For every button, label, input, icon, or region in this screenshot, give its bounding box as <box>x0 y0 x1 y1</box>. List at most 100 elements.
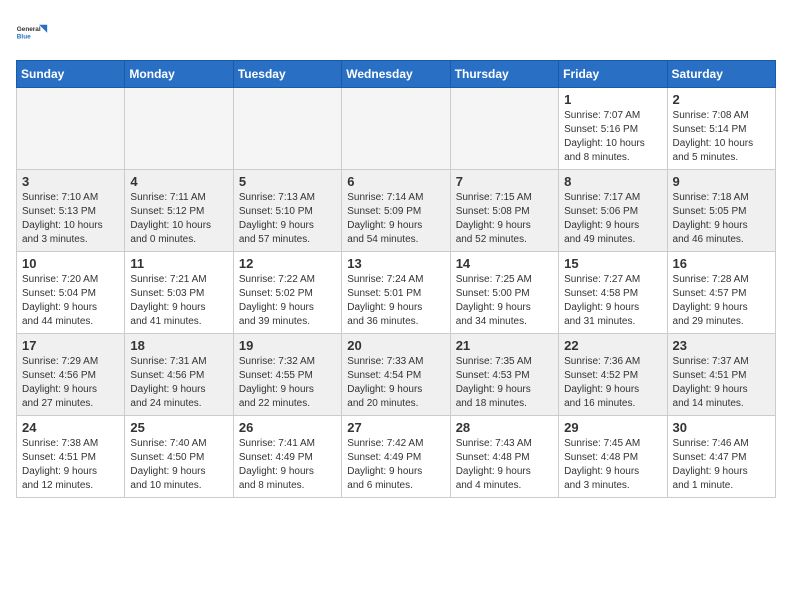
day-number: 18 <box>130 338 227 353</box>
calendar-cell <box>342 88 450 170</box>
day-number: 5 <box>239 174 336 189</box>
calendar-cell: 19 Sunrise: 7:32 AM Sunset: 4:55 PM Dayli… <box>233 334 341 416</box>
calendar-cell: 26Sunrise: 7:41 AM Sunset: 4:49 PM Dayli… <box>233 416 341 498</box>
calendar-cell: 27Sunrise: 7:42 AM Sunset: 4:49 PM Dayli… <box>342 416 450 498</box>
weekday-header-thursday: Thursday <box>450 61 558 88</box>
calendar-cell: 22 Sunrise: 7:36 AM Sunset: 4:52 PM Dayli… <box>559 334 667 416</box>
calendar-cell: 5 Sunrise: 7:13 AM Sunset: 5:10 PM Daylig… <box>233 170 341 252</box>
logo-icon: GeneralBlue <box>16 16 48 48</box>
calendar-cell: 4 Sunrise: 7:11 AM Sunset: 5:12 PM Daylig… <box>125 170 233 252</box>
day-number: 22 <box>564 338 661 353</box>
weekday-header-monday: Monday <box>125 61 233 88</box>
calendar-cell: 10 Sunrise: 7:20 AM Sunset: 5:04 PM Dayli… <box>17 252 125 334</box>
day-number: 27 <box>347 420 444 435</box>
day-info: Sunrise: 7:11 AM Sunset: 5:12 PM Dayligh… <box>130 191 227 247</box>
calendar-cell: 12 Sunrise: 7:22 AM Sunset: 5:02 PM Dayli… <box>233 252 341 334</box>
calendar-week-row: 17Sunrise: 7:29 AM Sunset: 4:56 PM Dayli… <box>17 334 776 416</box>
logo: GeneralBlue <box>16 16 48 48</box>
day-number: 25 <box>130 420 227 435</box>
weekday-header-sunday: Sunday <box>17 61 125 88</box>
calendar-cell: 9 Sunrise: 7:18 AM Sunset: 5:05 PM Daylig… <box>667 170 775 252</box>
day-info: Sunrise: 7:35 AM Sunset: 4:53 PM Dayligh… <box>456 355 553 411</box>
day-info: Sunrise: 7:40 AM Sunset: 4:50 PM Dayligh… <box>130 437 227 493</box>
day-info: Sunrise: 7:27 AM Sunset: 4:58 PM Dayligh… <box>564 273 661 329</box>
day-info: Sunrise: 7:32 AM Sunset: 4:55 PM Dayligh… <box>239 355 336 411</box>
day-info: Sunrise: 7:29 AM Sunset: 4:56 PM Dayligh… <box>22 355 119 411</box>
calendar-table: SundayMondayTuesdayWednesdayThursdayFrid… <box>16 60 776 498</box>
day-info: Sunrise: 7:08 AM Sunset: 5:14 PM Dayligh… <box>673 109 770 165</box>
day-number: 13 <box>347 256 444 271</box>
weekday-header-row: SundayMondayTuesdayWednesdayThursdayFrid… <box>17 61 776 88</box>
calendar-cell <box>450 88 558 170</box>
day-info: Sunrise: 7:36 AM Sunset: 4:52 PM Dayligh… <box>564 355 661 411</box>
day-info: Sunrise: 7:15 AM Sunset: 5:08 PM Dayligh… <box>456 191 553 247</box>
calendar-cell: 17Sunrise: 7:29 AM Sunset: 4:56 PM Dayli… <box>17 334 125 416</box>
day-number: 4 <box>130 174 227 189</box>
calendar-cell: 2 Sunrise: 7:08 AM Sunset: 5:14 PM Daylig… <box>667 88 775 170</box>
day-number: 10 <box>22 256 119 271</box>
svg-text:Blue: Blue <box>17 33 31 40</box>
svg-text:General: General <box>17 26 41 33</box>
calendar-cell: 30 Sunrise: 7:46 AM Sunset: 4:47 PM Dayli… <box>667 416 775 498</box>
calendar-cell: 23 Sunrise: 7:37 AM Sunset: 4:51 PM Dayli… <box>667 334 775 416</box>
day-number: 19 <box>239 338 336 353</box>
calendar-cell: 21 Sunrise: 7:35 AM Sunset: 4:53 PM Dayli… <box>450 334 558 416</box>
day-info: Sunrise: 7:28 AM Sunset: 4:57 PM Dayligh… <box>673 273 770 329</box>
weekday-header-wednesday: Wednesday <box>342 61 450 88</box>
day-info: Sunrise: 7:43 AM Sunset: 4:48 PM Dayligh… <box>456 437 553 493</box>
day-number: 20 <box>347 338 444 353</box>
calendar-cell: 16 Sunrise: 7:28 AM Sunset: 4:57 PM Dayli… <box>667 252 775 334</box>
day-number: 21 <box>456 338 553 353</box>
calendar-week-row: 1 Sunrise: 7:07 AM Sunset: 5:16 PM Daylig… <box>17 88 776 170</box>
calendar-cell: 1 Sunrise: 7:07 AM Sunset: 5:16 PM Daylig… <box>559 88 667 170</box>
day-info: Sunrise: 7:18 AM Sunset: 5:05 PM Dayligh… <box>673 191 770 247</box>
calendar-cell: 18 Sunrise: 7:31 AM Sunset: 4:56 PM Dayli… <box>125 334 233 416</box>
calendar-week-row: 10 Sunrise: 7:20 AM Sunset: 5:04 PM Dayli… <box>17 252 776 334</box>
day-number: 9 <box>673 174 770 189</box>
day-number: 11 <box>130 256 227 271</box>
day-info: Sunrise: 7:31 AM Sunset: 4:56 PM Dayligh… <box>130 355 227 411</box>
day-number: 3 <box>22 174 119 189</box>
day-number: 14 <box>456 256 553 271</box>
day-info: Sunrise: 7:33 AM Sunset: 4:54 PM Dayligh… <box>347 355 444 411</box>
day-info: Sunrise: 7:37 AM Sunset: 4:51 PM Dayligh… <box>673 355 770 411</box>
day-info: Sunrise: 7:46 AM Sunset: 4:47 PM Dayligh… <box>673 437 770 493</box>
day-info: Sunrise: 7:21 AM Sunset: 5:03 PM Dayligh… <box>130 273 227 329</box>
day-number: 15 <box>564 256 661 271</box>
calendar-cell: 6 Sunrise: 7:14 AM Sunset: 5:09 PM Daylig… <box>342 170 450 252</box>
day-info: Sunrise: 7:14 AM Sunset: 5:09 PM Dayligh… <box>347 191 444 247</box>
calendar-cell: 8Sunrise: 7:17 AM Sunset: 5:06 PM Daylig… <box>559 170 667 252</box>
calendar-cell: 28 Sunrise: 7:43 AM Sunset: 4:48 PM Dayli… <box>450 416 558 498</box>
calendar-cell: 11 Sunrise: 7:21 AM Sunset: 5:03 PM Dayli… <box>125 252 233 334</box>
day-number: 16 <box>673 256 770 271</box>
day-number: 6 <box>347 174 444 189</box>
day-info: Sunrise: 7:07 AM Sunset: 5:16 PM Dayligh… <box>564 109 661 165</box>
day-number: 29 <box>564 420 661 435</box>
calendar-cell: 25 Sunrise: 7:40 AM Sunset: 4:50 PM Dayli… <box>125 416 233 498</box>
calendar-cell: 24Sunrise: 7:38 AM Sunset: 4:51 PM Dayli… <box>17 416 125 498</box>
calendar-cell: 13 Sunrise: 7:24 AM Sunset: 5:01 PM Dayli… <box>342 252 450 334</box>
day-number: 1 <box>564 92 661 107</box>
page-header: GeneralBlue <box>16 16 776 48</box>
day-number: 23 <box>673 338 770 353</box>
day-info: Sunrise: 7:45 AM Sunset: 4:48 PM Dayligh… <box>564 437 661 493</box>
calendar-week-row: 24Sunrise: 7:38 AM Sunset: 4:51 PM Dayli… <box>17 416 776 498</box>
day-number: 28 <box>456 420 553 435</box>
calendar-cell <box>17 88 125 170</box>
day-number: 30 <box>673 420 770 435</box>
day-info: Sunrise: 7:20 AM Sunset: 5:04 PM Dayligh… <box>22 273 119 329</box>
weekday-header-friday: Friday <box>559 61 667 88</box>
calendar-cell <box>233 88 341 170</box>
day-info: Sunrise: 7:24 AM Sunset: 5:01 PM Dayligh… <box>347 273 444 329</box>
day-info: Sunrise: 7:41 AM Sunset: 4:49 PM Dayligh… <box>239 437 336 493</box>
day-info: Sunrise: 7:22 AM Sunset: 5:02 PM Dayligh… <box>239 273 336 329</box>
day-number: 7 <box>456 174 553 189</box>
day-info: Sunrise: 7:13 AM Sunset: 5:10 PM Dayligh… <box>239 191 336 247</box>
day-number: 12 <box>239 256 336 271</box>
calendar-cell: 20 Sunrise: 7:33 AM Sunset: 4:54 PM Dayli… <box>342 334 450 416</box>
day-info: Sunrise: 7:17 AM Sunset: 5:06 PM Dayligh… <box>564 191 661 247</box>
calendar-cell: 29 Sunrise: 7:45 AM Sunset: 4:48 PM Dayli… <box>559 416 667 498</box>
day-info: Sunrise: 7:25 AM Sunset: 5:00 PM Dayligh… <box>456 273 553 329</box>
calendar-cell <box>125 88 233 170</box>
day-number: 2 <box>673 92 770 107</box>
